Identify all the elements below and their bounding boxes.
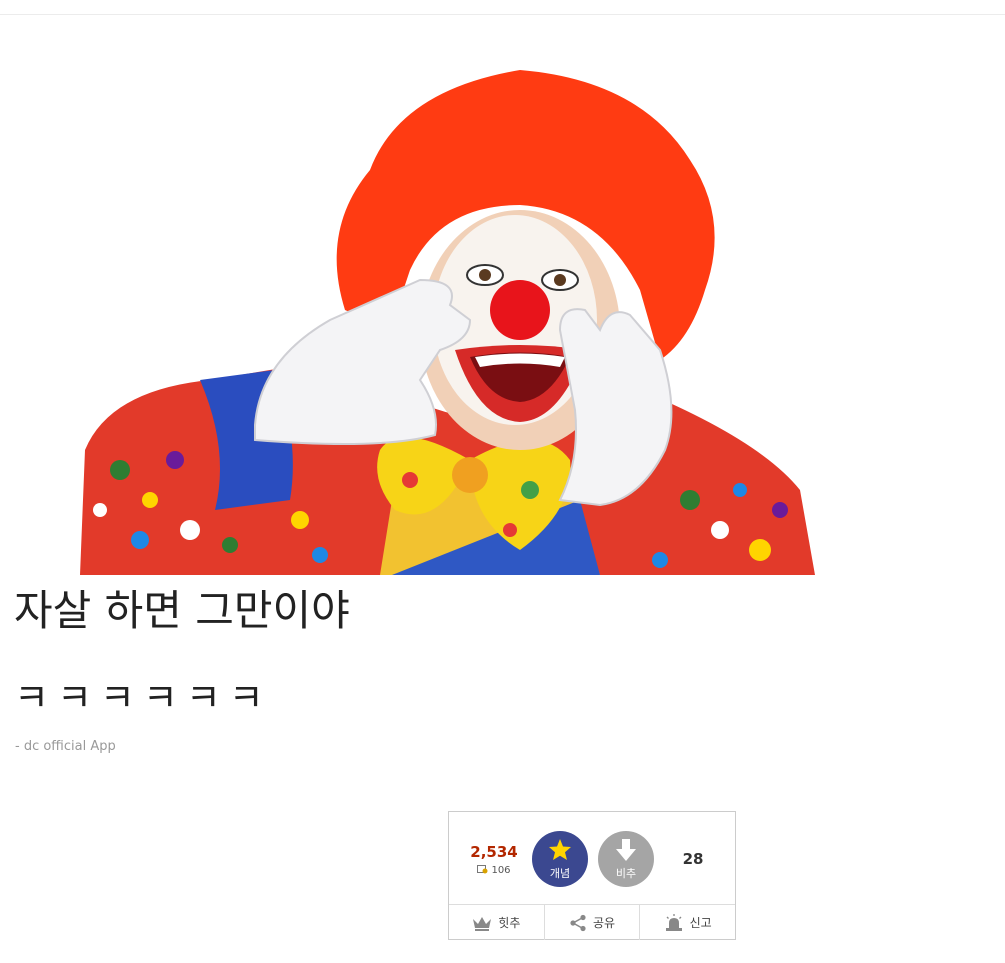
siren-icon (665, 913, 682, 931)
fix-count: 106 (491, 865, 511, 876)
report-label: 신고 (689, 916, 712, 930)
recommend-actions: 힛추 공유 신고 (449, 904, 735, 940)
fix-user-icon (477, 865, 488, 877)
app-signature: - dc official App (15, 739, 116, 754)
fix-count-row: 106 (469, 865, 519, 877)
crown-icon (473, 916, 492, 931)
share-label: 공유 (592, 916, 616, 930)
post-body-text: ㅋㅋㅋㅋㅋㅋ (14, 676, 272, 720)
star-icon (549, 839, 571, 860)
post-image-clown (0, 30, 1005, 575)
share-button[interactable]: 공유 (545, 905, 641, 940)
recommend-box: 2,534 106 개념 비추 28 힛추 공유 신고 (448, 811, 736, 940)
recommend-up-label: 개념 (549, 867, 571, 880)
share-icon (570, 914, 586, 931)
arrow-down-icon (616, 839, 636, 861)
top-divider (0, 14, 1005, 15)
clown-illustration (80, 70, 815, 575)
recommend-up-button[interactable]: 개념 (532, 831, 588, 887)
hit-recommend-label: 힛추 (498, 916, 521, 930)
down-count: 28 (682, 850, 704, 868)
recommend-down-label: 비추 (615, 867, 637, 880)
report-button[interactable]: 신고 (640, 905, 735, 940)
post-title: 자살 하면 그만이야 (14, 586, 350, 635)
recommend-top-area: 2,534 106 개념 비추 28 (449, 812, 735, 904)
recommend-down-button[interactable]: 비추 (598, 831, 654, 887)
up-count: 2,534 (470, 843, 518, 861)
hit-recommend-button[interactable]: 힛추 (449, 905, 545, 940)
